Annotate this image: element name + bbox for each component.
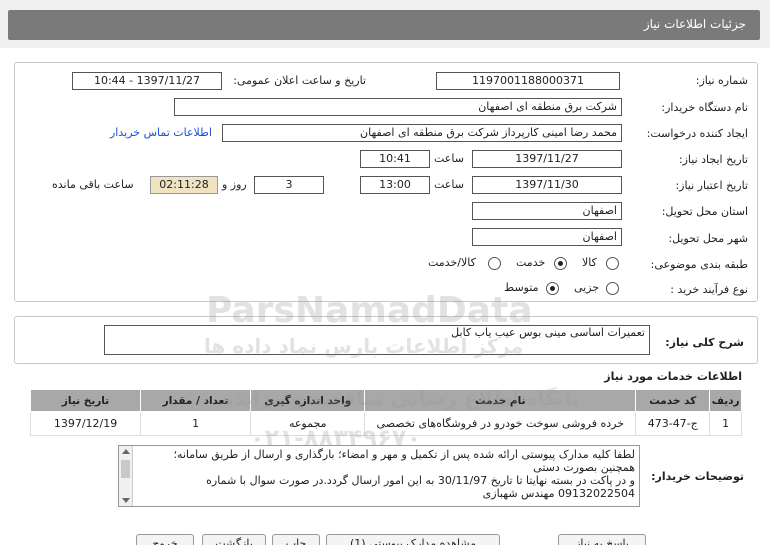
created-label: تاریخ ایجاد نیاز: bbox=[678, 153, 748, 166]
buyer-notes-line: لطفا کلیه مدارک پیوستی ارائه شده پس از ت… bbox=[173, 448, 635, 461]
buyer-org-label: نام دستگاه خریدار: bbox=[661, 101, 748, 114]
services-table: ردیف کد خدمت نام خدمت واحد اندازه گیری ت… bbox=[29, 389, 742, 436]
summary-label: شرح کلی نیاز: bbox=[665, 336, 744, 349]
announce-label: تاریخ و ساعت اعلان عمومی: bbox=[233, 74, 366, 87]
province-field: اصفهان bbox=[472, 202, 622, 220]
col-service-code: کد خدمت bbox=[635, 389, 711, 412]
city-field: اصفهان bbox=[472, 228, 622, 246]
days-label: روز و bbox=[222, 178, 247, 191]
announce-field: 1397/11/27 - 10:44 bbox=[72, 72, 222, 90]
category-label: طبقه بندی موضوعی: bbox=[650, 258, 748, 271]
back-button[interactable]: بازگشت bbox=[202, 534, 266, 545]
validity-label: تاریخ اعتبار نیاز: bbox=[675, 179, 748, 192]
buyer-contact-link[interactable]: اطلاعات تماس خریدار bbox=[110, 126, 212, 139]
category-service-label: خدمت bbox=[516, 256, 546, 269]
validity-time-label: ساعت bbox=[434, 178, 464, 191]
cell-row: 1 bbox=[709, 411, 742, 436]
process-radio-minor[interactable] bbox=[606, 282, 619, 295]
cell-service-name: خرده فروشی سوخت خودرو در فروشگاه‌های تخص… bbox=[364, 411, 637, 436]
view-attachments-button[interactable]: مشاهده مدارک پیوستی (1) bbox=[326, 534, 500, 545]
created-time-field: 10:41 bbox=[360, 150, 430, 168]
created-time-label: ساعت bbox=[434, 152, 464, 165]
category-radio-service[interactable] bbox=[554, 257, 567, 270]
scroll-thumb[interactable] bbox=[121, 460, 130, 478]
province-label: استان محل تحویل: bbox=[661, 205, 748, 218]
requester-field: محمد رضا امینی کارپرداز شرکت برق منطقه ا… bbox=[222, 124, 622, 142]
buyer-notes-textarea[interactable]: لطفا کلیه مدارک پیوستی ارائه شده پس از ت… bbox=[118, 445, 640, 507]
process-radio-medium[interactable] bbox=[546, 282, 559, 295]
validity-date-field: 1397/11/30 bbox=[472, 176, 622, 194]
col-service-name: نام خدمت bbox=[364, 389, 637, 412]
need-number-field: 1197001188000371 bbox=[436, 72, 620, 90]
page-title: جزئیات اطلاعات نیاز bbox=[643, 17, 746, 31]
scroll-up-icon[interactable] bbox=[122, 449, 130, 454]
cell-service-code: ج-47-473 bbox=[635, 411, 711, 436]
page-header: جزئیات اطلاعات نیاز bbox=[0, 0, 770, 48]
buyer-org-field: شرکت برق منطقه ای اصفهان bbox=[174, 98, 622, 116]
buyer-notes-label: توضیحات خریدار: bbox=[651, 470, 744, 483]
services-title: اطلاعات خدمات مورد نیاز bbox=[604, 370, 742, 383]
cell-unit: مجموعه bbox=[250, 411, 366, 436]
requester-label: ایجاد کننده درخواست: bbox=[646, 127, 748, 140]
services-header-row: ردیف کد خدمت نام خدمت واحد اندازه گیری ت… bbox=[29, 389, 742, 412]
col-quantity: تعداد / مقدار bbox=[140, 389, 252, 412]
buyer-notes-line: و در پاکت در بسته نهایتا تا تاریخ 30/11/… bbox=[206, 474, 635, 487]
process-minor-label: جزیی bbox=[574, 281, 600, 294]
cell-quantity: 1 bbox=[140, 411, 252, 436]
col-need-date: تاریخ نیاز bbox=[29, 389, 142, 412]
category-goods-label: کالا bbox=[582, 256, 597, 269]
reply-button[interactable]: پاسخ به نیاز bbox=[558, 534, 646, 545]
scroll-down-icon[interactable] bbox=[122, 498, 130, 503]
category-radio-goods[interactable] bbox=[606, 257, 619, 270]
city-label: شهر محل تحویل: bbox=[668, 232, 748, 245]
buyer-notes-scrollbar[interactable] bbox=[119, 446, 133, 506]
category-goods-service-label: کالا/خدمت bbox=[428, 256, 476, 269]
exit-button[interactable]: خروج bbox=[136, 534, 194, 545]
need-number-label: شماره نیاز: bbox=[695, 74, 748, 87]
process-label: نوع فرآیند خرید : bbox=[670, 283, 748, 296]
created-date-field: 1397/11/27 bbox=[472, 150, 622, 168]
remaining-label: ساعت باقی مانده bbox=[52, 178, 134, 191]
cell-need-date: 1397/12/19 bbox=[29, 411, 142, 436]
days-field: 3 bbox=[254, 176, 324, 194]
summary-field: تعمیرات اساسی مینی بوس عیب یاب کابل bbox=[104, 325, 650, 355]
print-button[interactable]: چاپ bbox=[272, 534, 320, 545]
col-unit: واحد اندازه گیری bbox=[250, 389, 366, 412]
process-medium-label: متوسط bbox=[504, 281, 539, 294]
table-row: 1 ج-47-473 خرده فروشی سوخت خودرو در فروش… bbox=[29, 411, 742, 436]
col-row: ردیف bbox=[709, 389, 742, 412]
header-bar: جزئیات اطلاعات نیاز bbox=[8, 10, 760, 40]
buyer-notes-line: همچنین بصورت دستی bbox=[533, 461, 635, 474]
buyer-notes-line: 09132022504 مهندس شهبازی bbox=[482, 487, 635, 500]
remaining-time-field: 02:11:28 bbox=[150, 176, 218, 194]
category-radio-goods-service[interactable] bbox=[488, 257, 501, 270]
validity-time-field: 13:00 bbox=[360, 176, 430, 194]
